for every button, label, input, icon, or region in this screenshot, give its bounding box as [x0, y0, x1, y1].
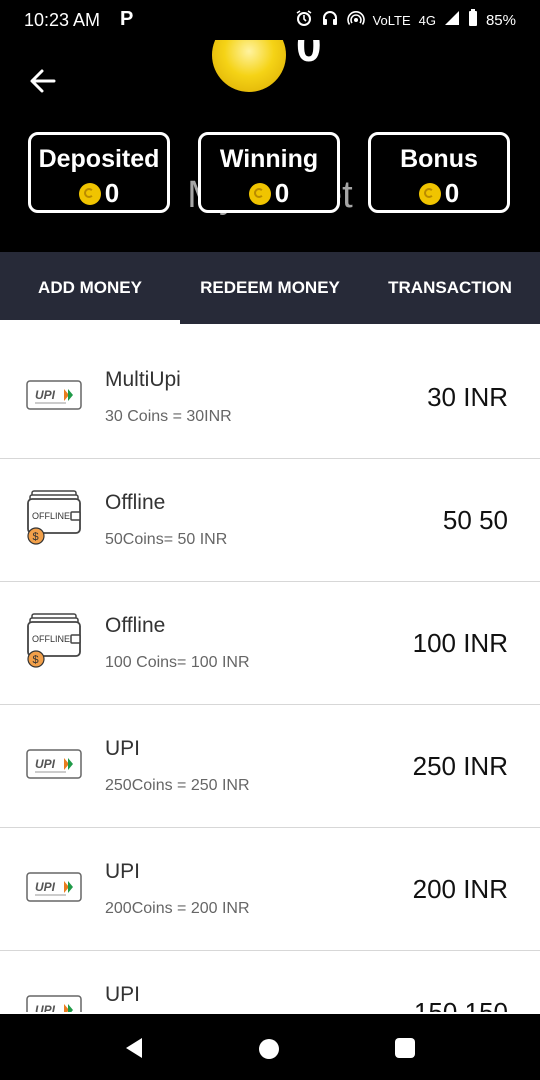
- svg-text:OFFLINE: OFFLINE: [32, 634, 70, 644]
- svg-text:UPI: UPI: [35, 1003, 56, 1012]
- battery-percent: 85%: [485, 11, 516, 29]
- payment-option-multiupi[interactable]: UPI MultiUpi 30 Coins = 30INR 30 INR: [0, 336, 540, 459]
- option-rate: 100 Coins= 100 INR: [105, 654, 250, 671]
- coin-total: 0: [296, 40, 322, 71]
- back-arrow-icon[interactable]: [26, 64, 60, 98]
- option-amount: 250 INR: [412, 751, 508, 781]
- status-time: 10:23 AM: [24, 10, 101, 30]
- status-bar: 10:23 AM P VoLTE 4G 85%: [0, 0, 540, 40]
- option-amount: 150 150: [414, 997, 508, 1012]
- option-rate: 250Coins = 250 INR: [105, 777, 250, 794]
- payment-option-upi[interactable]: UPI UPI 200Coins = 200 INR 200 INR: [0, 828, 540, 951]
- option-name: Offline: [105, 491, 166, 514]
- tab-add-money[interactable]: ADD MONEY: [0, 252, 180, 324]
- option-rate: 50Coins= 50 INR: [105, 531, 228, 548]
- option-name: MultiUpi: [105, 368, 181, 391]
- wallet-header: 0 My Wallet Deposited 0 Winning 0 Bonus …: [0, 40, 540, 252]
- app-notification-icon: P: [120, 8, 134, 30]
- tab-redeem-money[interactable]: REDEEM MONEY: [180, 252, 360, 324]
- coin-icon: [248, 182, 271, 205]
- coin-icon: [78, 182, 101, 205]
- wallet-tabs: ADD MONEY REDEEM MONEY TRANSACTION: [0, 252, 540, 324]
- payment-option-offline[interactable]: OFFLINE $ Offline 100 Coins= 100 INR 100…: [0, 582, 540, 705]
- option-name: Offline: [105, 614, 166, 637]
- winning-value: 0: [274, 178, 290, 208]
- bonus-label: Bonus: [400, 145, 478, 173]
- option-amount: 100 INR: [412, 628, 508, 658]
- winning-card: Winning 0: [198, 132, 340, 213]
- svg-text:UPI: UPI: [35, 388, 56, 402]
- svg-text:$: $: [33, 654, 39, 666]
- winning-label: Winning: [219, 145, 319, 173]
- deposited-card: Deposited 0: [28, 132, 170, 213]
- upi-icon: UPI: [26, 380, 82, 410]
- nav-recents-icon[interactable]: [395, 1038, 415, 1058]
- option-rate: 200Coins = 200 INR: [105, 900, 250, 917]
- option-amount: 50 50: [442, 505, 508, 535]
- nav-back-icon[interactable]: [122, 1036, 146, 1060]
- alarm-icon: [295, 9, 313, 31]
- hotspot-icon: [346, 9, 365, 31]
- nav-home-icon[interactable]: [259, 1039, 279, 1059]
- battery-icon: [468, 9, 478, 31]
- payment-options-list: UPI MultiUpi 30 Coins = 30INR 30 INR OFF…: [0, 336, 540, 1012]
- bonus-value: 0: [444, 178, 460, 208]
- option-name: UPI: [105, 737, 141, 760]
- deposited-label: Deposited: [38, 145, 160, 173]
- option-name: UPI: [105, 983, 141, 1006]
- network-type: 4G: [418, 12, 436, 28]
- option-amount: 200 INR: [412, 874, 508, 904]
- option-rate: 30 Coins = 30INR: [105, 408, 232, 425]
- coin-icon: [212, 40, 286, 92]
- offline-wallet-icon: OFFLINE $: [27, 490, 81, 545]
- option-name: UPI: [105, 860, 141, 883]
- payment-option-upi[interactable]: UPI UPI 150 150: [0, 951, 540, 1012]
- deposited-value: 0: [104, 178, 120, 208]
- payment-option-offline[interactable]: OFFLINE $ Offline 50Coins= 50 INR 50 50: [0, 459, 540, 582]
- bonus-card: Bonus 0: [368, 132, 510, 213]
- upi-icon: UPI: [26, 749, 82, 779]
- coin-icon: [418, 182, 441, 205]
- upi-icon: UPI: [26, 872, 82, 902]
- svg-text:$: $: [33, 531, 39, 543]
- svg-text:UPI: UPI: [35, 880, 56, 894]
- upi-icon: UPI: [26, 995, 82, 1012]
- option-amount: 30 INR: [427, 382, 508, 412]
- signal-icon: [444, 10, 460, 30]
- offline-wallet-icon: OFFLINE $: [27, 613, 81, 668]
- headset-icon: [321, 9, 339, 31]
- volte-icon: VoLTE: [372, 12, 411, 28]
- svg-text:OFFLINE: OFFLINE: [32, 511, 70, 521]
- payment-option-upi[interactable]: UPI UPI 250Coins = 250 INR 250 INR: [0, 705, 540, 828]
- system-nav-bar: [0, 1014, 540, 1080]
- status-icons: VoLTE 4G 85%: [295, 9, 516, 31]
- svg-text:UPI: UPI: [35, 757, 56, 771]
- tab-transaction[interactable]: TRANSACTION: [360, 252, 540, 324]
